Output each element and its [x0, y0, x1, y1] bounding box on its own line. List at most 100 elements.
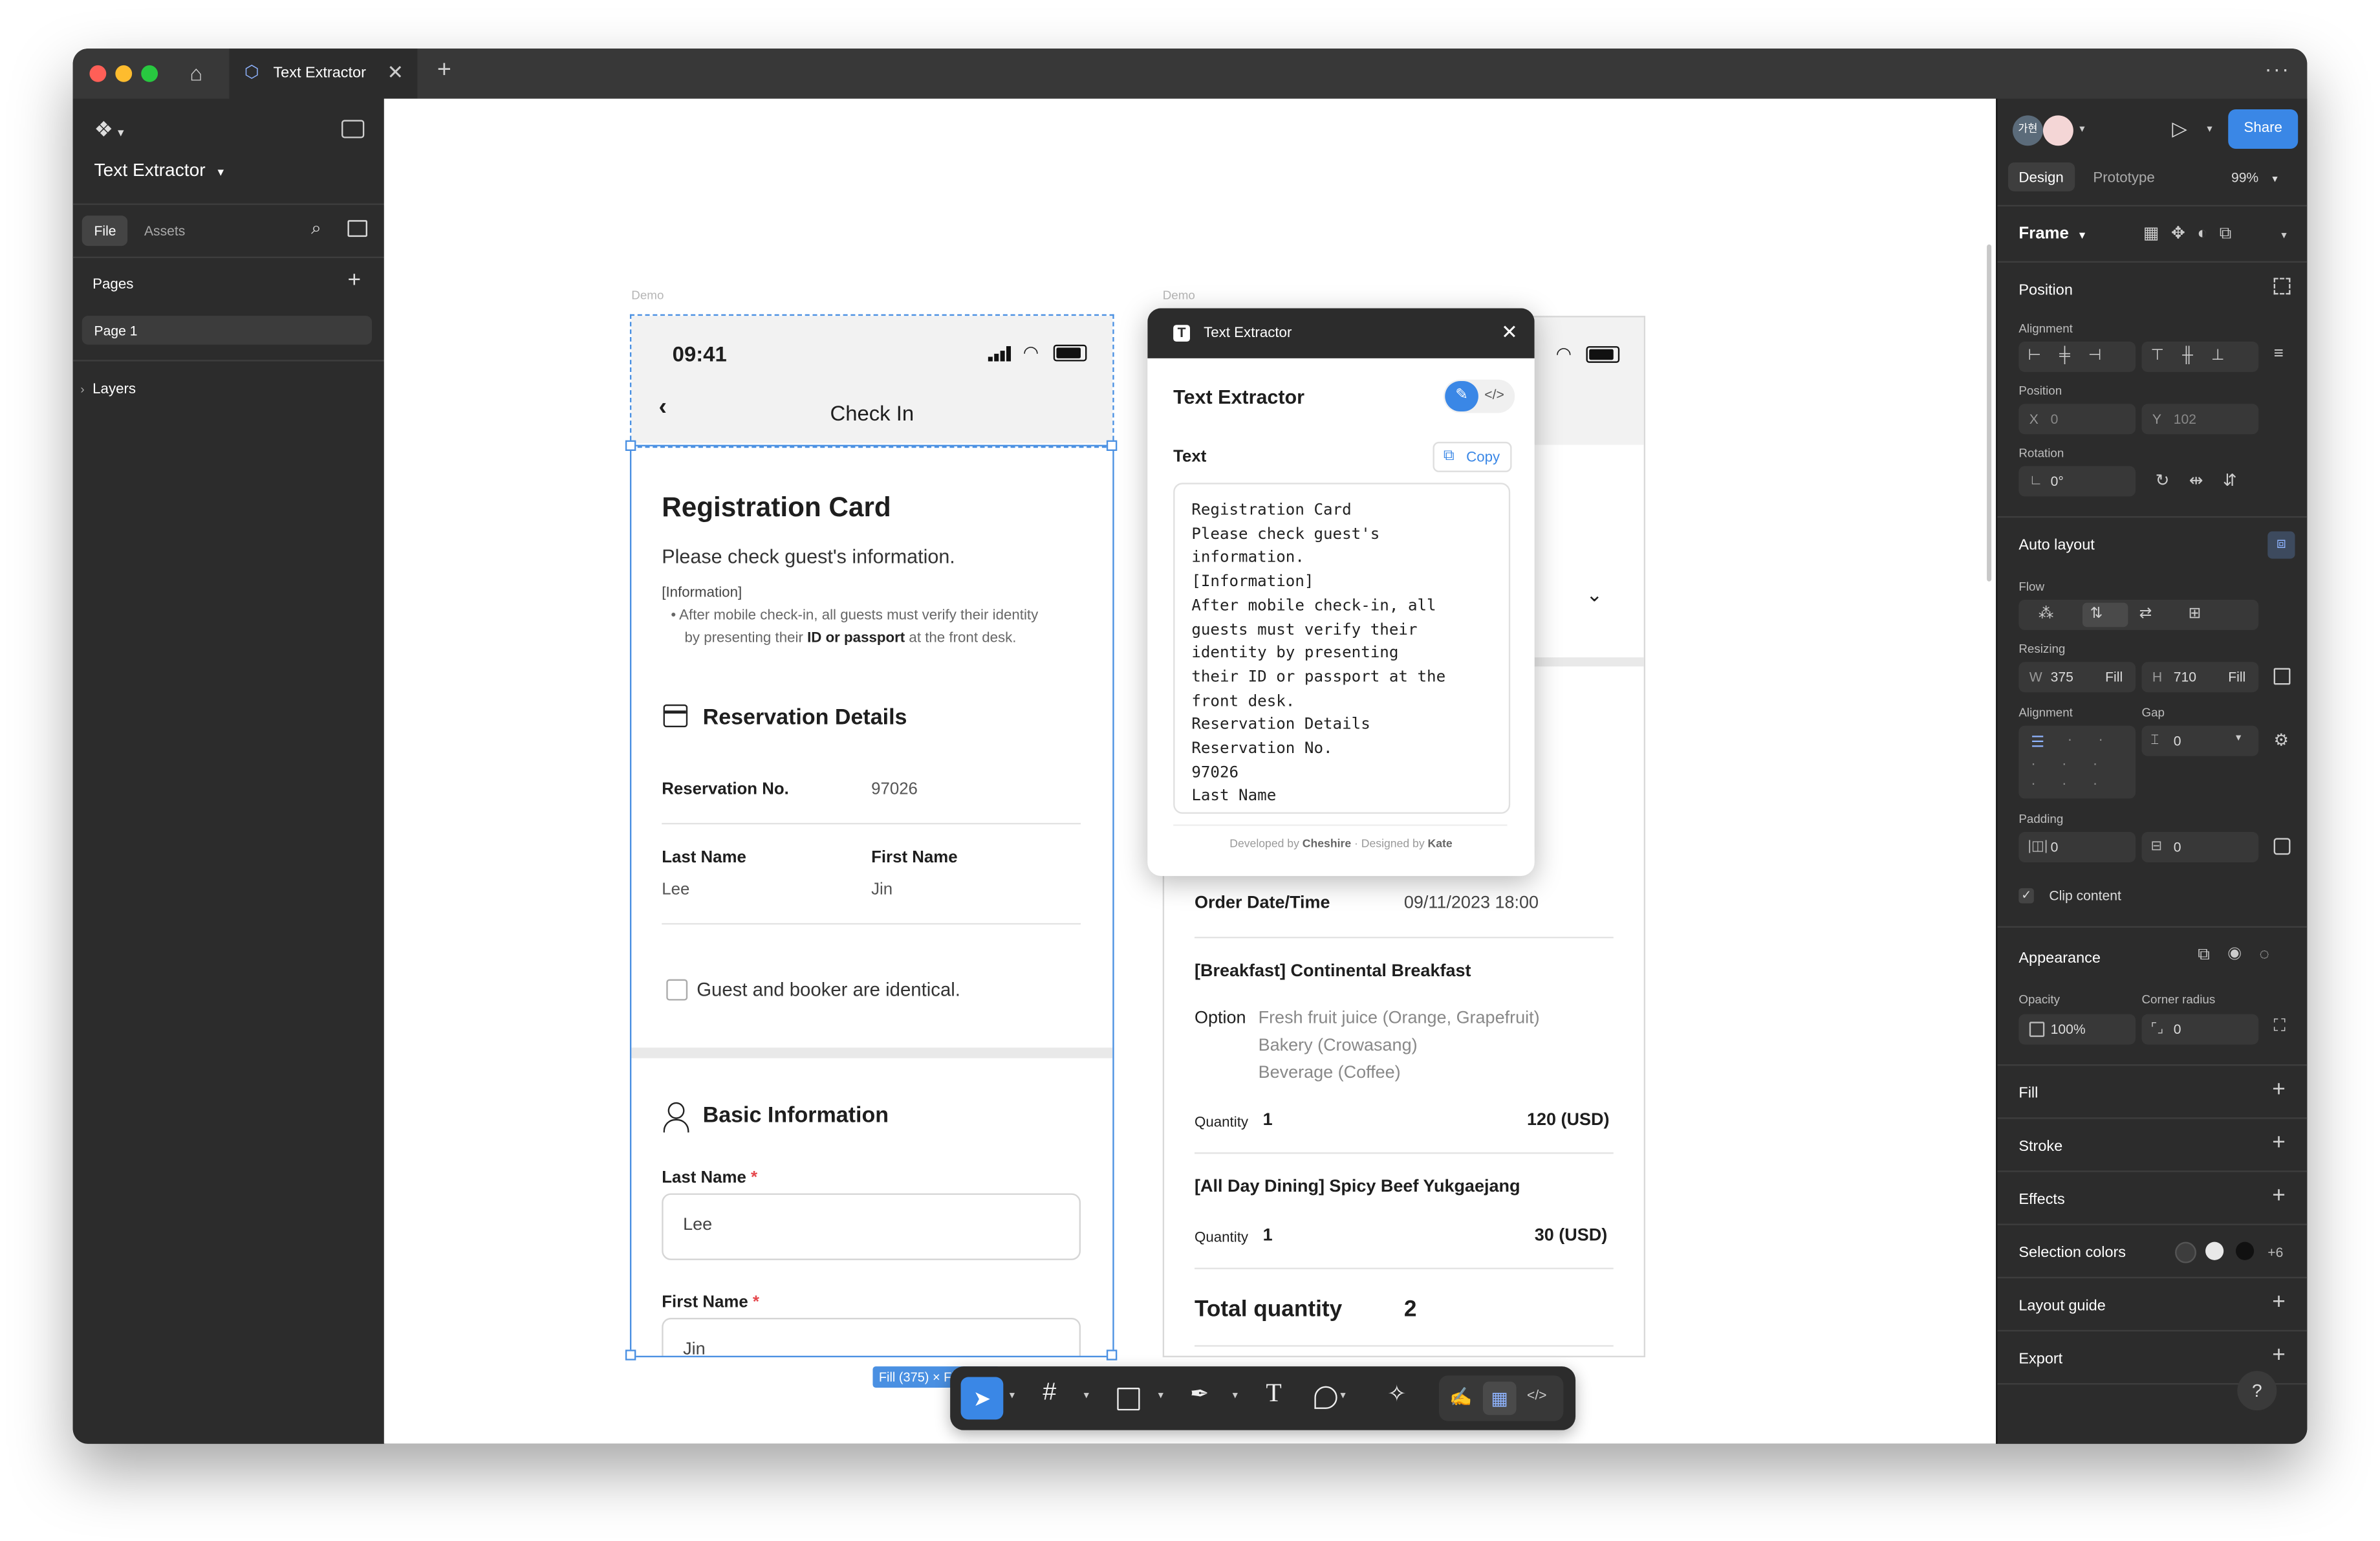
canvas[interactable]: Demo Demo 09:41 ◠ ‹ Check In Registratio…	[384, 98, 1996, 1444]
more-icon[interactable]: ···	[2265, 56, 2291, 81]
zoom-window-button[interactable]	[141, 65, 158, 82]
tab-prototype[interactable]: Prototype	[2093, 170, 2154, 187]
padding-vertical-input[interactable]: ⊟ 0	[2141, 832, 2259, 862]
tab-assets[interactable]: Assets	[144, 223, 185, 238]
wifi-icon: ◠	[1555, 343, 1572, 365]
file-name[interactable]: Text Extractor ▾	[94, 159, 224, 180]
clip-content-checkbox[interactable]: ✓	[2018, 888, 2034, 904]
library-icon[interactable]	[347, 220, 367, 237]
chevron-down-icon[interactable]: ▾	[1158, 1389, 1163, 1401]
tab-text-extractor[interactable]: ⬡ Text Extractor ✕	[229, 49, 418, 99]
rotate-flip-icons[interactable]: ↻⇹⇵	[2156, 471, 2256, 490]
opacity-input[interactable]: 100%	[2018, 1014, 2136, 1045]
design-mode-icon[interactable]: ▦	[1482, 1381, 1517, 1415]
distribute-icon[interactable]: ≡	[2274, 345, 2284, 363]
constraints-icon[interactable]	[2273, 278, 2291, 295]
y-input[interactable]: Y 102	[2141, 404, 2259, 435]
chevron-right-icon[interactable]: ›	[80, 382, 84, 396]
flow-selector[interactable]: ⁂⇅⇄⊞	[2018, 599, 2259, 630]
draw-mode-icon[interactable]: ✍	[1449, 1386, 1472, 1408]
copy-button[interactable]: ⧉ Copy	[1433, 441, 1512, 472]
padding-individual-icon[interactable]	[2273, 838, 2291, 855]
extracted-text-area[interactable]: Registration Card Please check guest's i…	[1173, 483, 1511, 814]
vertical-align-group[interactable]: ⊤╫⊥	[2141, 342, 2259, 372]
figma-menu-icon[interactable]: ❖ ▾	[94, 117, 124, 143]
pen-icon[interactable]: ✎	[1445, 381, 1478, 411]
width-input[interactable]: W 375 Fill	[2018, 662, 2136, 693]
frame-type-select[interactable]: Frame ▾	[2018, 224, 2084, 243]
rotation-input[interactable]: ∟ 0°	[2018, 466, 2136, 497]
frame-tool-icons[interactable]: ▦✥◐⧉	[2143, 223, 2244, 245]
height-input[interactable]: H 710 Fill	[2141, 662, 2259, 693]
effects-heading: Effects	[2018, 1192, 2065, 1209]
resize-handle[interactable]	[1106, 1350, 1118, 1361]
plugin-window[interactable]: T Text Extractor ✕ Text Extractor ✎ </> …	[1147, 308, 1535, 877]
resize-handle[interactable]	[625, 1350, 636, 1361]
comment-tool-icon[interactable]	[1314, 1386, 1337, 1409]
chevron-down-icon[interactable]: ▾	[2079, 123, 2084, 135]
corner-radius-input[interactable]: ⌜⌟ 0	[2141, 1014, 2259, 1045]
share-button[interactable]: Share	[2228, 109, 2299, 149]
avatar[interactable]	[2042, 115, 2073, 146]
color-swatch[interactable]	[2235, 1241, 2255, 1260]
alignment-grid[interactable]: ☰ ·· ··· ···	[2018, 725, 2136, 799]
color-swatch[interactable]	[2175, 1241, 2196, 1263]
code-icon[interactable]: </>	[1484, 387, 1504, 402]
home-icon[interactable]: ⌂	[189, 61, 202, 85]
chevron-down-icon[interactable]: ▾	[1340, 1389, 1345, 1401]
dev-mode-icon[interactable]: </>	[1527, 1388, 1547, 1403]
mode-switcher: ✍ ▦ </>	[1438, 1375, 1564, 1421]
appearance-icons[interactable]: ⧉◉◌	[2198, 946, 2288, 966]
gap-input[interactable]: ⌶ 0 ▾	[2141, 725, 2259, 756]
search-icon[interactable]: ⌕	[311, 217, 321, 240]
help-button[interactable]: ?	[2237, 1371, 2277, 1411]
close-tab-icon[interactable]: ✕	[387, 61, 404, 85]
close-window-button[interactable]	[89, 65, 107, 82]
resize-handle[interactable]	[1106, 440, 1118, 451]
chevron-down-icon[interactable]: ⌄	[1586, 583, 1603, 607]
min-max-icon[interactable]	[2273, 668, 2291, 685]
horizontal-align-group[interactable]: ⊢╪⊣	[2018, 342, 2136, 372]
chevron-down-icon[interactable]: ▾	[1233, 1389, 1238, 1401]
chevron-down-icon[interactable]: ▾	[1084, 1389, 1089, 1401]
avatar[interactable]: 가현	[2012, 115, 2043, 146]
selection-box[interactable]	[629, 444, 1114, 1358]
x-input[interactable]: X0	[2018, 404, 2136, 435]
text-tool-icon[interactable]: T	[1266, 1379, 1281, 1409]
resize-handle[interactable]	[625, 440, 636, 451]
mode-toggle[interactable]: ✎ </>	[1443, 379, 1515, 413]
more-colors-count[interactable]: +6	[2267, 1245, 2283, 1260]
chevron-down-icon[interactable]: ▾	[2207, 123, 2212, 135]
color-swatch[interactable]	[2205, 1241, 2224, 1260]
minimize-window-button[interactable]	[115, 65, 133, 82]
sidebar-toggle-icon[interactable]	[341, 120, 365, 138]
zoom-level[interactable]: 99% ▾	[2231, 170, 2278, 185]
pen-tool-icon[interactable]: ✒	[1190, 1380, 1209, 1408]
actions-tool-icon[interactable]: ✧	[1387, 1380, 1407, 1408]
close-icon[interactable]: ✕	[1501, 320, 1518, 345]
autolayout-icon[interactable]: ⧈	[2267, 531, 2295, 559]
page-item[interactable]: Page 1	[81, 316, 372, 345]
shape-tool-icon[interactable]	[1117, 1387, 1140, 1411]
al-alignment-label: Alignment	[2018, 706, 2073, 720]
play-icon[interactable]: ▷	[2172, 117, 2187, 142]
add-layout-guide-icon[interactable]: +	[2272, 1289, 2286, 1315]
chevron-down-icon[interactable]: ▾	[2281, 229, 2286, 241]
add-stroke-icon[interactable]: +	[2272, 1130, 2286, 1155]
corner-individual-icon[interactable]: ⛶	[2274, 1017, 2286, 1037]
vertical-scrollbar[interactable]	[1987, 244, 1992, 582]
move-tool-icon[interactable]: ➤	[960, 1377, 1004, 1420]
autolayout-settings-icon[interactable]: ⚙	[2274, 730, 2289, 750]
add-effect-icon[interactable]: +	[2272, 1183, 2286, 1208]
plugin-titlebar: T Text Extractor ✕	[1147, 308, 1535, 358]
tab-design[interactable]: Design	[2007, 162, 2075, 191]
add-fill-icon[interactable]: +	[2272, 1077, 2286, 1102]
padding-horizontal-input[interactable]: |◫| 0	[2018, 832, 2136, 862]
chevron-down-icon[interactable]: ▾	[1010, 1389, 1015, 1401]
item1-title: [Breakfast] Continental Breakfast	[1195, 962, 1471, 981]
new-tab-icon[interactable]: +	[437, 58, 451, 85]
add-page-icon[interactable]: +	[347, 267, 361, 293]
frame-tool-icon[interactable]: #	[1043, 1380, 1056, 1407]
tab-file[interactable]: File	[81, 215, 128, 246]
add-export-icon[interactable]: +	[2272, 1342, 2286, 1368]
